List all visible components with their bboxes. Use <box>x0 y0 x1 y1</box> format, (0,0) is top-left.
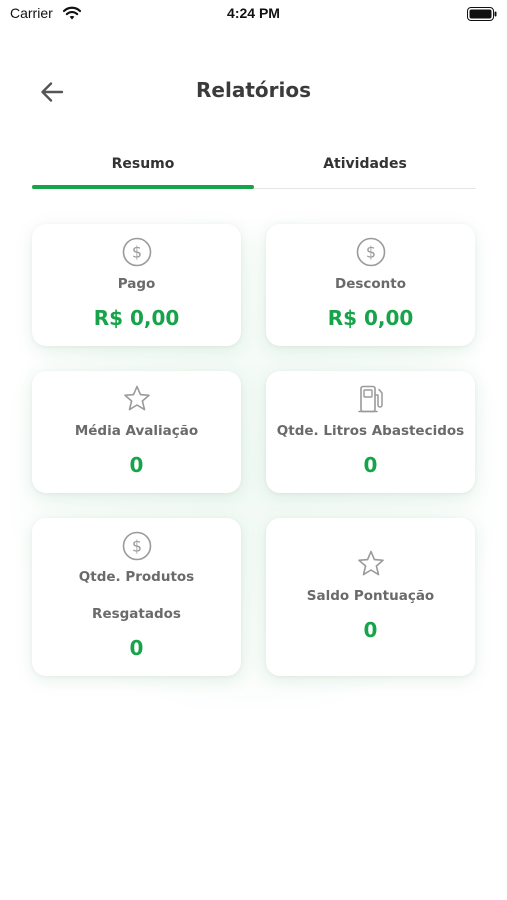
card-media-avaliacao: Média Avaliação 0 <box>32 371 241 493</box>
dollar-circle-icon: $ <box>122 531 151 561</box>
card-litros-abastecidos: Qtde. Litros Abastecidos 0 <box>266 371 475 493</box>
svg-text:$: $ <box>365 243 375 262</box>
svg-text:$: $ <box>131 243 141 262</box>
tab-bar: Resumo Atividades <box>32 152 476 189</box>
tab-resumo[interactable]: Resumo <box>32 152 254 186</box>
card-label: Desconto <box>334 276 406 292</box>
card-saldo-pontuacao: Saldo Pontuação 0 <box>266 518 475 676</box>
star-icon <box>357 550 384 576</box>
card-label: Qtde. Litros Abastecidos <box>276 423 465 439</box>
card-value: 0 <box>363 453 378 477</box>
page-title: Relatórios <box>196 78 311 102</box>
card-produtos-resgatados: $ Qtde. Produtos Resgatados 0 <box>32 518 241 676</box>
dollar-circle-icon: $ <box>356 237 385 267</box>
card-pago: $ Pago R$ 0,00 <box>32 224 241 346</box>
card-value: 0 <box>363 618 378 642</box>
card-value: R$ 0,00 <box>327 306 414 330</box>
card-value: 0 <box>129 636 144 660</box>
card-label: Saldo Pontuação <box>306 588 435 604</box>
card-desconto: $ Desconto R$ 0,00 <box>266 224 475 346</box>
dollar-circle-icon: $ <box>122 237 151 267</box>
tab-atividades[interactable]: Atividades <box>254 152 476 186</box>
card-value: R$ 0,00 <box>93 306 180 330</box>
card-value: 0 <box>129 453 144 477</box>
card-label: Qtde. Produtos <box>78 569 195 585</box>
card-label-line2: Resgatados <box>92 606 181 622</box>
card-label: Pago <box>117 276 156 292</box>
card-label: Média Avaliação <box>74 423 199 439</box>
status-bar: Carrier 4:24 PM <box>0 0 507 28</box>
clock: 4:24 PM <box>227 5 280 21</box>
svg-text:$: $ <box>131 537 141 556</box>
star-icon <box>123 385 150 411</box>
fuel-pump-icon <box>357 385 383 413</box>
battery-icon <box>467 7 497 21</box>
active-tab-indicator <box>32 185 254 189</box>
